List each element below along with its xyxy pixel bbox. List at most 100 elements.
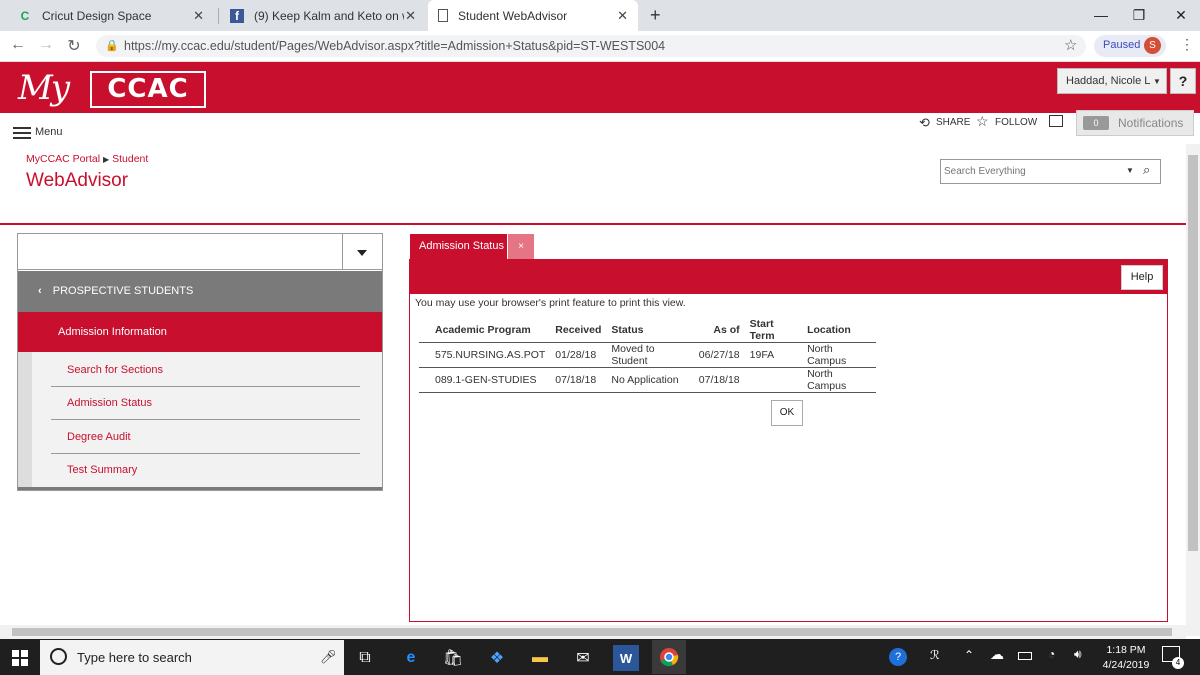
word-icon[interactable]: W <box>613 645 639 671</box>
search-scope-dropdown-icon[interactable]: ▼ <box>1126 166 1134 175</box>
focus-mode-icon[interactable] <box>1049 115 1063 127</box>
header-divider <box>0 223 1186 225</box>
tab-title: Student WebAdvisor <box>458 8 568 23</box>
windows-start-icon[interactable] <box>12 650 28 666</box>
search-icon[interactable]: ⌕ <box>1143 162 1150 178</box>
table-cell: 575.NURSING.AS.POT <box>419 342 551 368</box>
table-cell: 19FA <box>744 342 803 368</box>
facebook-icon: f <box>230 8 244 23</box>
chevron-left-icon: ‹ <box>38 285 42 297</box>
close-icon[interactable]: ✕ <box>193 8 204 24</box>
menu-label[interactable]: Menu <box>35 126 63 138</box>
clock-time: 1:18 PM <box>1106 644 1146 656</box>
table-cell: North Campus <box>802 342 876 368</box>
follow-star-icon[interactable]: ☆ <box>976 113 989 130</box>
user-menu-button[interactable]: Haddad, Nicole L ▼ <box>1057 68 1167 94</box>
browser-tab-cricut[interactable]: C Cricut Design Space ✕ <box>8 0 214 31</box>
bookmark-star-icon[interactable]: ☆ <box>1064 36 1077 54</box>
nav-item-test-summary[interactable]: Test Summary <box>51 454 360 487</box>
nav-dropdown[interactable] <box>18 234 382 270</box>
ok-button[interactable]: OK <box>771 400 803 426</box>
nav-item-search-for-sections[interactable]: Search for Sections <box>51 354 360 387</box>
lock-icon: 🔒 <box>105 40 119 52</box>
tab-admission-status[interactable]: Admission Status <box>410 234 507 259</box>
table-cell: Moved to Student <box>606 342 694 368</box>
reload-icon[interactable]: ↻ <box>64 36 84 56</box>
column-header: Status <box>606 318 694 343</box>
notification-count: 0 <box>1083 116 1109 130</box>
nav-item-admission-status[interactable]: Admission Status <box>51 387 360 420</box>
horizontal-scroll-thumb[interactable] <box>12 628 1172 636</box>
share-label[interactable]: SHARE <box>936 117 970 128</box>
taskbar-clock[interactable]: 1:18 PM 4/24/2019 <box>1096 643 1156 673</box>
print-note: You may use your browser's print feature… <box>415 297 686 309</box>
close-icon[interactable]: ✕ <box>405 8 416 24</box>
caret-down-icon: ▼ <box>1153 77 1161 86</box>
avatar: S <box>1144 37 1161 54</box>
browser-tab-webadvisor[interactable]: Student WebAdvisor ✕ <box>428 0 638 31</box>
table-row: 575.NURSING.AS.POT 01/28/18 Moved to Stu… <box>419 342 876 368</box>
search-circle-icon <box>50 648 67 665</box>
user-name: Haddad, Nicole L <box>1066 75 1150 87</box>
battery-icon[interactable] <box>1018 652 1032 660</box>
minimize-icon[interactable]: — <box>1086 4 1116 26</box>
profile-status: Paused <box>1103 39 1141 51</box>
share-icon[interactable]: ⟲ <box>919 115 930 131</box>
table-cell: 07/18/18 <box>550 367 607 393</box>
url-text[interactable]: https://my.ccac.edu/student/Pages/WebAdv… <box>124 39 665 53</box>
search-input[interactable] <box>941 160 1111 183</box>
vertical-scroll-thumb[interactable] <box>1188 155 1198 551</box>
column-header: Location <box>802 318 876 343</box>
restore-icon[interactable]: ❐ <box>1124 4 1154 26</box>
kebab-menu-icon[interactable]: ⋮ <box>1180 36 1194 53</box>
edge-icon[interactable]: e <box>398 645 424 671</box>
nav-bottom-bar <box>18 487 382 490</box>
table-cell: 089.1-GEN-STUDIES <box>419 367 551 393</box>
follow-label[interactable]: FOLLOW <box>995 117 1037 128</box>
microphone-icon[interactable]: 🎤︎ <box>320 649 337 665</box>
volume-icon[interactable]: 🔊︎ <box>1074 647 1082 662</box>
logo-my[interactable]: My <box>18 68 70 108</box>
taskbar-search-placeholder[interactable]: Type here to search <box>77 650 192 665</box>
nav-item-degree-audit[interactable]: Degree Audit <box>51 421 360 454</box>
tab-separator <box>218 8 219 24</box>
breadcrumb-student[interactable]: Student <box>112 153 148 165</box>
help-button-content[interactable]: Help <box>1121 265 1163 290</box>
store-icon[interactable]: 🛍︎ <box>440 645 466 671</box>
page-title: WebAdvisor <box>26 170 129 191</box>
close-icon[interactable]: ✕ <box>617 8 628 24</box>
chevron-up-icon[interactable]: ⌃ <box>964 648 974 662</box>
triangle-right-icon: ▶ <box>103 155 110 164</box>
nav-section-prospective-students[interactable]: ‹ PROSPECTIVE STUDENTS <box>18 271 382 312</box>
breadcrumb: MyCCAC Portal ▶ Student <box>26 153 148 165</box>
action-center-badge: 4 <box>1172 657 1184 669</box>
dropbox-icon[interactable]: ❖ <box>484 645 510 671</box>
logo-ccac[interactable]: CCAC <box>90 71 206 108</box>
help-button[interactable]: ? <box>1170 68 1196 94</box>
tab-title: Cricut Design Space <box>42 8 152 23</box>
tab-close-icon[interactable]: × <box>508 234 534 259</box>
cricut-icon: C <box>20 8 30 23</box>
window-close-icon[interactable]: ✕ <box>1166 4 1196 26</box>
back-icon[interactable]: ← <box>8 36 28 54</box>
people-icon[interactable]: ℛ <box>930 648 940 662</box>
column-header: As of <box>693 318 745 343</box>
wifi-icon[interactable]: ◔ <box>1048 647 1055 661</box>
forward-icon[interactable]: → <box>36 36 56 54</box>
table-cell: 07/18/18 <box>693 367 745 393</box>
file-explorer-icon[interactable]: ▬ <box>527 645 553 671</box>
hamburger-icon[interactable] <box>13 127 31 139</box>
browser-tab-facebook[interactable]: f (9) Keep Kalm and Keto on with / ✕ <box>220 0 426 31</box>
nav-item-admission-information[interactable]: Admission Information <box>18 312 382 352</box>
mail-icon[interactable]: ✉ <box>570 645 596 671</box>
table-header-row: Academic Program Received Status As of S… <box>419 318 876 343</box>
task-view-icon[interactable]: ⧉ <box>352 645 378 671</box>
new-tab-icon[interactable]: + <box>650 5 661 26</box>
clock-date: 4/24/2019 <box>1102 659 1150 671</box>
dropdown-arrow-icon[interactable] <box>342 234 382 270</box>
table-cell: No Application <box>606 367 694 393</box>
chrome-icon[interactable] <box>652 640 686 674</box>
help-circle-icon[interactable]: ? <box>889 648 907 666</box>
breadcrumb-portal[interactable]: MyCCAC Portal <box>26 153 100 165</box>
onedrive-icon[interactable]: ☁ <box>990 646 1004 663</box>
